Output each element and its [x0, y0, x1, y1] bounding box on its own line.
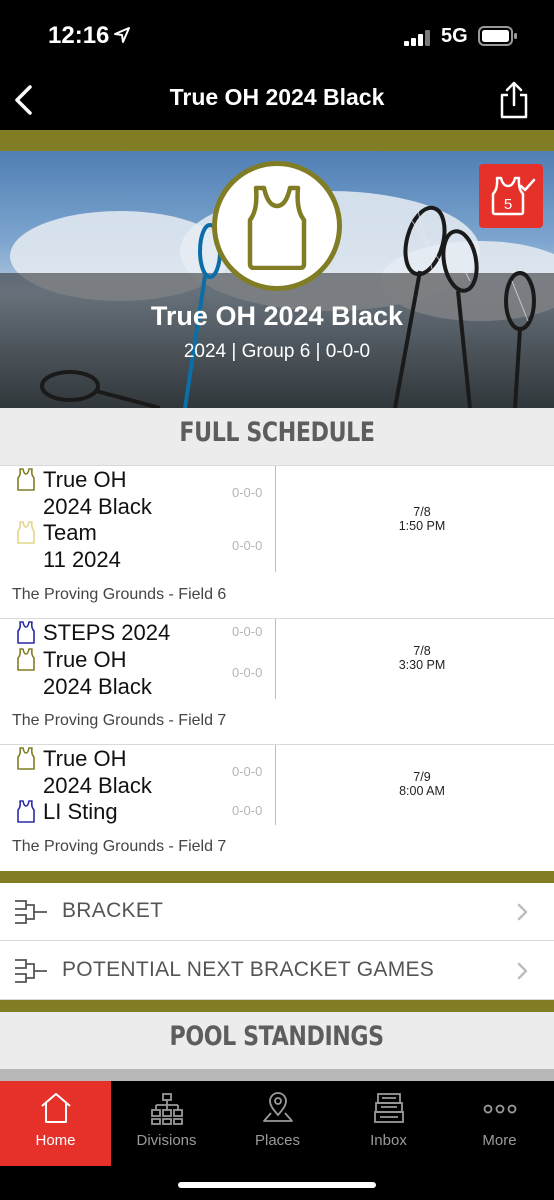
bracket-label: BRACKET [62, 899, 164, 922]
network-type: 5G [441, 25, 468, 47]
tab-label: Home [35, 1132, 76, 1149]
home-icon [41, 1093, 71, 1123]
team-record: 0-0-0 [232, 624, 263, 639]
game-date: 7/9 [413, 770, 431, 784]
game-venue[interactable]: The Proving Grounds - Field 6 [12, 586, 226, 604]
more-icon [483, 1104, 517, 1114]
game-venue[interactable]: The Proving Grounds - Field 7 [12, 712, 226, 730]
status-bar: 12:16 5G [0, 0, 554, 70]
pool-standings-header: POOL STANDINGS [0, 1012, 554, 1069]
tab-label: Inbox [370, 1132, 407, 1149]
team-name-text: STEPS 2024 [43, 620, 171, 645]
bracket-icon [15, 900, 47, 924]
pool-standings-title: POOL STANDINGS [169, 1021, 385, 1052]
nav-title: True OH 2024 Black [169, 84, 385, 110]
potential-bracket-games-link[interactable]: POTENTIAL NEXT BRACKET GAMES [0, 942, 554, 1000]
team-name-text: True OH 2024 Black [43, 746, 152, 798]
bracket-icon [15, 959, 47, 983]
team-name: True OH 2024 Black [150, 301, 404, 331]
jersey-icon [17, 468, 35, 491]
full-schedule-title: FULL SCHEDULE [179, 417, 375, 448]
chevron-right-icon [517, 962, 528, 980]
location-arrow-icon [114, 27, 130, 43]
tab-bar: Home Divisions Places Inbox More [0, 1081, 554, 1200]
status-time: 12:16 [48, 22, 110, 49]
favorite-team-button[interactable]: 5 [479, 164, 543, 228]
team-logo [212, 161, 342, 291]
places-icon [263, 1092, 293, 1122]
tab-places[interactable]: Places [222, 1081, 333, 1166]
tab-more[interactable]: More [444, 1081, 554, 1166]
game-time: 8:00 AM [399, 784, 445, 798]
full-schedule-header: FULL SCHEDULE [0, 408, 554, 466]
bracket-link[interactable]: BRACKET [0, 883, 554, 941]
team-record: 0-0-0 [232, 485, 263, 500]
team-name-text: True OH 2024 Black [43, 647, 152, 699]
divisions-icon [151, 1093, 183, 1125]
chevron-right-icon [517, 903, 528, 921]
jersey-icon [17, 621, 35, 644]
team-color-band [0, 1000, 554, 1012]
tab-label: Divisions [136, 1132, 197, 1149]
jersey-check-icon: 5 [491, 176, 536, 216]
team-color-band [0, 871, 554, 883]
jersey-icon [247, 185, 307, 270]
game-time: 3:30 PM [398, 658, 446, 672]
nav-bar: True OH 2024 Black [0, 70, 554, 130]
share-icon[interactable] [497, 80, 531, 120]
jersey-icon [17, 747, 35, 770]
tab-inbox[interactable]: Inbox [333, 1081, 444, 1166]
potential-bracket-games-label: POTENTIAL NEXT BRACKET GAMES [62, 958, 435, 981]
inbox-icon [374, 1093, 404, 1123]
game-venue[interactable]: The Proving Grounds - Field 7 [12, 838, 226, 856]
favorite-count: 5 [504, 196, 512, 213]
team-record: 0-0-0 [232, 665, 263, 680]
game-date: 7/8 [413, 644, 431, 658]
game-row[interactable]: True OH 2024 Black 0-0-0 Team 11 2024 0-… [0, 466, 554, 619]
game-row[interactable]: STEPS 2024 0-0-0 True OH 2024 Black 0-0-… [0, 619, 554, 745]
game-row[interactable]: True OH 2024 Black 0-0-0 LI Sting 0-0-0 … [0, 745, 554, 871]
team-name-text: Team 11 2024 [43, 520, 121, 572]
standings-divider [0, 1069, 554, 1081]
tab-label: Places [254, 1132, 301, 1149]
jersey-icon [17, 521, 35, 544]
team-record: 0-0-0 [232, 803, 263, 818]
tab-divisions[interactable]: Divisions [111, 1081, 222, 1166]
game-date: 7/8 [413, 505, 431, 519]
team-name-text: LI Sting [43, 799, 118, 824]
game-time: 1:50 PM [398, 519, 446, 533]
team-record: 0-0-0 [232, 764, 263, 779]
home-indicator[interactable] [178, 1182, 376, 1188]
jersey-icon [17, 800, 35, 823]
team-color-band [0, 130, 554, 151]
jersey-icon [17, 648, 35, 671]
team-name-text: True OH 2024 Black [43, 467, 152, 519]
tab-home[interactable]: Home [0, 1081, 111, 1166]
team-record: 0-0-0 [232, 538, 263, 553]
tab-label: More [482, 1132, 517, 1149]
battery-icon [478, 26, 517, 46]
cellular-signal-icon [404, 30, 430, 46]
team-subtitle: 2024 | Group 6 | 0-0-0 [183, 341, 371, 362]
